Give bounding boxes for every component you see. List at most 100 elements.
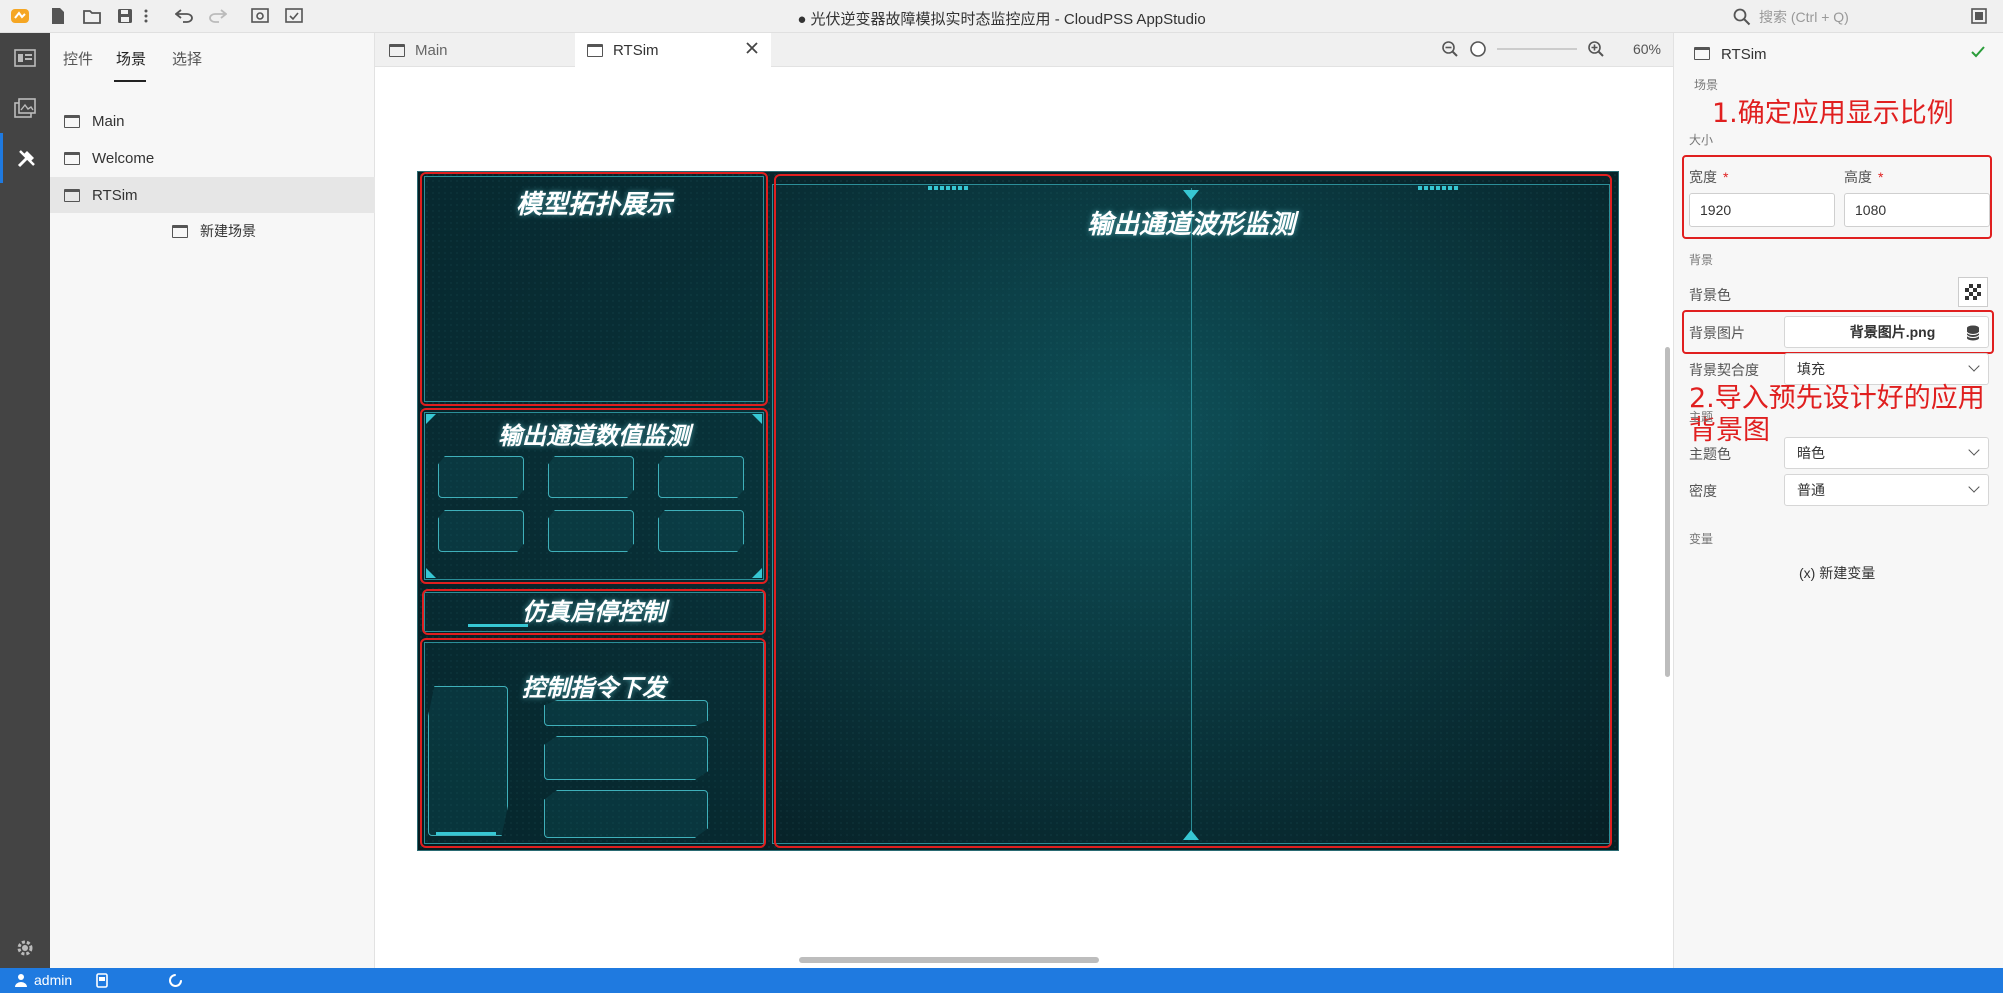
bg-color-picker[interactable] (1958, 277, 1988, 307)
section-variables: 变量 (1689, 532, 1714, 546)
topology-title: 模型拓扑展示 (515, 190, 672, 220)
annotation-step1: 1.确定应用显示比例 (1712, 98, 1954, 129)
bg-fit-value: 填充 (1797, 361, 1825, 377)
bg-image-field[interactable]: 背景图片.png (1784, 316, 1989, 348)
tab-scenes[interactable]: 场景 (116, 48, 146, 69)
check-icon (1971, 45, 1985, 63)
zoom-slider-handle[interactable] (1469, 40, 1487, 58)
theme-color-label: 主题色 (1689, 446, 1731, 462)
scene-name: RTSim (1721, 46, 1767, 63)
new-scene-label: 新建场景 (200, 223, 256, 239)
window-icon (64, 151, 80, 165)
sim-control-title: 仿真启停控制 (522, 598, 666, 626)
value-card (438, 456, 524, 498)
theme-color-value: 暗色 (1797, 445, 1825, 461)
scene-item-rtsim[interactable]: RTSim (50, 177, 375, 213)
activity-tools-icon[interactable] (0, 133, 50, 183)
bg-image-value: 背景图片.png (1849, 324, 1936, 340)
window-icon (1694, 47, 1710, 60)
search-icon (1733, 8, 1751, 26)
height-input[interactable]: 1080 (1844, 193, 1990, 227)
device-icon[interactable] (96, 973, 108, 991)
scene-item-welcome[interactable]: Welcome (50, 140, 375, 176)
scene-item-main[interactable]: Main (50, 103, 375, 139)
value-card (658, 510, 744, 552)
active-tab-indicator (114, 80, 146, 82)
scene-label: Welcome (92, 149, 155, 167)
chevron-down-icon (1968, 444, 1980, 456)
database-icon[interactable] (1966, 325, 1980, 341)
section-background: 背景 (1689, 253, 1714, 267)
user-name[interactable]: admin (34, 972, 72, 988)
window-icon (64, 114, 80, 128)
checker-icon (1965, 284, 1981, 300)
accent-bar (468, 624, 528, 627)
tab-label: RTSim (613, 41, 659, 59)
window-icon (587, 43, 603, 57)
fullscreen-icon[interactable] (1969, 6, 1989, 26)
zoom-controls: 60% (1441, 40, 1661, 58)
bg-fit-select[interactable]: 填充 (1784, 353, 1989, 385)
command-card (544, 790, 708, 838)
bg-image-label: 背景图片 (1689, 325, 1745, 341)
design-canvas[interactable]: 模型拓扑展示 输出通道数值监测 仿真启停控制 控制指令下发 输出通道波形监测 (375, 67, 1673, 968)
theme-color-select[interactable]: 暗色 (1784, 437, 1989, 469)
value-card (548, 456, 634, 498)
accent-bar (436, 832, 496, 835)
highlight-waveform (774, 174, 1612, 848)
section-size: 大小 (1689, 133, 1714, 147)
chevron-down-icon (1968, 360, 1980, 372)
waveform-title: 输出通道波形监测 (1086, 210, 1295, 240)
scene-preview[interactable]: 模型拓扑展示 输出通道数值监测 仿真启停控制 控制指令下发 输出通道波形监测 (417, 171, 1619, 851)
section-scene: 场景 (1694, 78, 1719, 92)
activity-media-icon[interactable] (0, 83, 50, 133)
density-label: 密度 (1689, 483, 1717, 499)
user-icon (14, 973, 28, 990)
width-input[interactable]: 1920 (1689, 193, 1835, 227)
value-card (658, 456, 744, 498)
zoom-in-icon[interactable] (1587, 40, 1605, 58)
window-icon (64, 188, 80, 202)
density-value: 普通 (1797, 482, 1825, 498)
value-card (438, 510, 524, 552)
density-select[interactable]: 普通 (1784, 474, 1989, 506)
scene-label: RTSim (92, 186, 138, 204)
new-scene-button[interactable]: 新建场景 (50, 213, 375, 249)
status-bar: admin (0, 968, 2003, 993)
height-label: 高度 * (1844, 169, 1884, 185)
vertical-scrollbar[interactable] (1665, 347, 1670, 677)
left-panel: 控件 场景 选择 Main Welcome RTSim 新建场景 (50, 33, 375, 968)
command-card (544, 700, 708, 726)
activity-bar (0, 33, 50, 968)
scene-label: Main (92, 112, 125, 130)
title-bar: ● 光伏逆变器故障模拟实时态监控应用 - CloudPSS AppStudio … (0, 0, 2003, 33)
settings-gear-icon[interactable] (0, 923, 50, 973)
sync-spinner-icon (168, 973, 183, 991)
tab-rtsim[interactable]: RTSim (575, 33, 771, 67)
zoom-out-icon[interactable] (1441, 40, 1459, 58)
search-placeholder: 搜索 (Ctrl + Q) (1759, 9, 1849, 25)
value-card (548, 510, 634, 552)
bg-fit-label: 背景契合度 (1689, 362, 1759, 378)
zoom-slider[interactable] (1496, 48, 1577, 50)
tab-selection[interactable]: 选择 (172, 48, 202, 69)
horizontal-scrollbar[interactable] (799, 957, 1099, 963)
tab-label: Main (415, 41, 448, 59)
window-icon (389, 43, 405, 57)
command-card (544, 736, 708, 780)
numeric-title: 输出通道数值监测 (498, 422, 690, 450)
window-icon (172, 224, 188, 238)
window-title: ● 光伏逆变器故障模拟实时态监控应用 - CloudPSS AppStudio (797, 11, 1206, 28)
search-box[interactable]: 搜索 (Ctrl + Q) (1733, 5, 1923, 29)
zoom-level: 60% (1632, 41, 1661, 57)
editor-tab-bar: Main RTSim 60% (375, 33, 1673, 67)
new-variable-button[interactable]: (x) 新建变量 (1799, 563, 1875, 583)
tab-main[interactable]: Main (377, 33, 573, 67)
properties-panel: RTSim 场景 1.确定应用显示比例 大小 宽度 * 高度 * 1920 1080… (1673, 33, 2003, 968)
close-tab-icon[interactable] (745, 41, 759, 59)
section-theme: 主题 (1689, 410, 1714, 424)
bg-color-label: 背景色 (1689, 287, 1731, 303)
width-label: 宽度 * (1689, 169, 1729, 185)
activity-layout-icon[interactable] (0, 33, 50, 83)
tab-controls[interactable]: 控件 (63, 48, 93, 69)
